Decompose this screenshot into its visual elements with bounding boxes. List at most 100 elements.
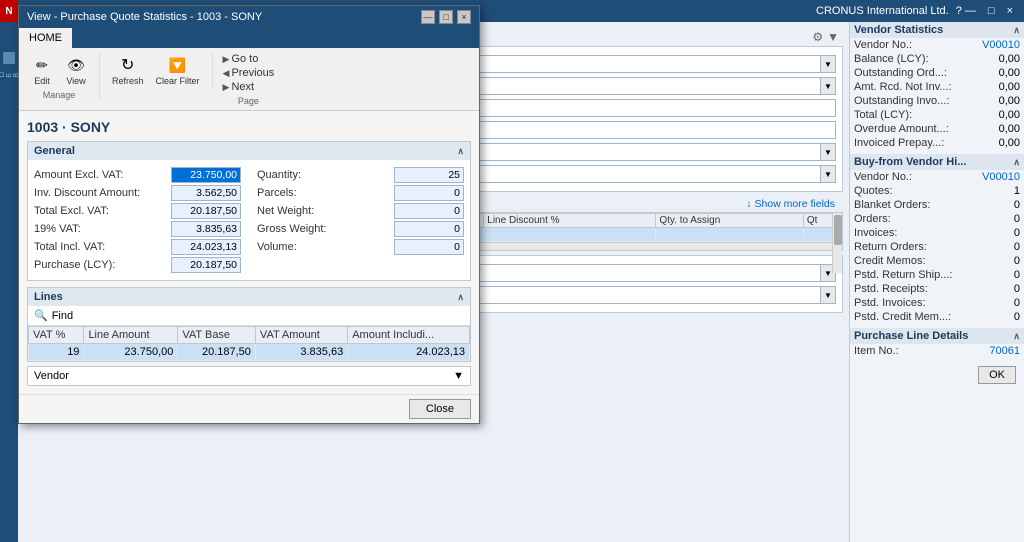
vat-19-label: 19% VAT: — [34, 223, 81, 235]
next-label: Next — [231, 81, 254, 93]
quantity-label: Quantity: — [257, 169, 301, 181]
view-icon: 👁 — [65, 54, 87, 76]
ribbon-action-btns: ↻ Refresh 🔽 Clear Filter — [108, 52, 204, 88]
dialog-titlebar: View - Purchase Quote Statistics - 1003 … — [19, 6, 479, 28]
close-button[interactable]: Close — [409, 399, 471, 419]
ribbon-content: ✏ Edit 👁 View Manage ↻ — [19, 48, 479, 110]
find-label: Find — [52, 310, 73, 322]
clear-filter-icon: 🔽 — [167, 54, 189, 76]
ribbon-page-label: Page — [238, 96, 259, 106]
vendor-dropdown-label: Vendor — [34, 370, 69, 382]
goto-arrow: ▶ — [223, 54, 230, 65]
vendor-dropdown[interactable]: Vendor ▼ — [27, 366, 471, 386]
vat-19-row: 19% VAT: 3.835,63 — [34, 220, 241, 238]
ribbon-nav: ▶ Go to ◀ Previous ▶ Next — [221, 52, 277, 94]
total-excl-vat-row: Total Excl. VAT: 20.187,50 — [34, 202, 241, 220]
general-right-fields: Quantity: 25 Parcels: 0 Net Weight: 0 — [257, 166, 464, 274]
ribbon-manage-label: Manage — [43, 90, 76, 100]
goto-button[interactable]: ▶ Go to — [221, 52, 277, 66]
inv-discount-row: Inv. Discount Amount: 3.562,50 — [34, 184, 241, 202]
total-excl-vat-value: 20.187,50 — [171, 203, 241, 219]
clear-filter-button[interactable]: 🔽 Clear Filter — [152, 52, 204, 88]
col-vat-base: VAT Base — [178, 327, 256, 344]
gross-weight-label: Gross Weight: — [257, 223, 327, 235]
dialog-restore-btn[interactable]: □ — [439, 10, 453, 24]
gross-weight-value: 0 — [394, 221, 464, 237]
goto-label: Go to — [231, 53, 258, 65]
refresh-button[interactable]: ↻ Refresh — [108, 52, 148, 88]
previous-arrow: ◀ — [223, 68, 230, 79]
previous-label: Previous — [231, 67, 274, 79]
total-incl-vat-row: Total Incl. VAT: 24.023,13 — [34, 238, 241, 256]
edit-label: Edit — [34, 76, 50, 86]
refresh-icon: ↻ — [117, 54, 139, 76]
cell-vat-amount: 3.835,63 — [255, 344, 347, 361]
volume-row: Volume: 0 — [257, 238, 464, 256]
quantity-row: Quantity: 25 — [257, 166, 464, 184]
general-section-header[interactable]: General ∧ — [28, 142, 470, 160]
refresh-label: Refresh — [112, 76, 144, 86]
general-section: General ∧ Amount Excl. VAT: 23.750,00 In… — [27, 141, 471, 281]
cell-vat-base: 20.187,50 — [178, 344, 256, 361]
dialog-footer: Close — [19, 394, 479, 423]
edit-icon: ✏ — [31, 54, 53, 76]
volume-label: Volume: — [257, 241, 297, 253]
table-row[interactable]: 19 23.750,00 20.187,50 3.835,63 24.023,1… — [29, 344, 470, 361]
doc-title: 1003 · SONY — [27, 119, 471, 135]
col-vat-amount: VAT Amount — [255, 327, 347, 344]
general-fields-grid: Amount Excl. VAT: 23.750,00 Inv. Discoun… — [34, 166, 464, 274]
lines-table-container: VAT % Line Amount VAT Base VAT Amount Am… — [28, 326, 470, 361]
clear-filter-label: Clear Filter — [156, 76, 200, 86]
amount-excl-vat-row: Amount Excl. VAT: 23.750,00 — [34, 166, 241, 184]
total-incl-vat-label: Total Incl. VAT: — [34, 241, 105, 253]
general-section-body: Amount Excl. VAT: 23.750,00 Inv. Discoun… — [28, 160, 470, 280]
vendor-dropdown-arrow: ▼ — [453, 370, 464, 382]
general-collapse-btn[interactable]: ∧ — [457, 146, 464, 157]
total-incl-vat-value: 24.023,13 — [171, 239, 241, 255]
view-button[interactable]: 👁 View — [61, 52, 91, 88]
modal-overlay: View - Purchase Quote Statistics - 1003 … — [0, 0, 1024, 542]
parcels-label: Parcels: — [257, 187, 297, 199]
purchase-lcy-row: Purchase (LCY): 20.187,50 — [34, 256, 241, 274]
net-weight-row: Net Weight: 0 — [257, 202, 464, 220]
lines-table-header: VAT % Line Amount VAT Base VAT Amount Am… — [29, 327, 470, 344]
lines-label: Lines — [34, 291, 63, 303]
purchase-lcy-value: 20.187,50 — [171, 257, 241, 273]
col-vat-pct: VAT % — [29, 327, 84, 344]
gross-weight-row: Gross Weight: 0 — [257, 220, 464, 238]
dialog-title: View - Purchase Quote Statistics - 1003 … — [27, 11, 421, 23]
dialog-close-btn[interactable]: × — [457, 10, 471, 24]
previous-button[interactable]: ◀ Previous — [221, 66, 277, 80]
amount-excl-vat-value: 23.750,00 — [171, 167, 241, 183]
edit-button[interactable]: ✏ Edit — [27, 52, 57, 88]
dialog-window-controls: — □ × — [421, 10, 471, 24]
cell-line-amount: 23.750,00 — [84, 344, 178, 361]
net-weight-label: Net Weight: — [257, 205, 314, 217]
lines-section-header[interactable]: Lines ∧ — [28, 288, 470, 306]
purchase-lcy-label: Purchase (LCY): — [34, 259, 115, 271]
ribbon-group-actions: ↻ Refresh 🔽 Clear Filter — [108, 52, 213, 88]
ribbon-tabs: HOME — [19, 28, 479, 48]
lines-collapse-btn[interactable]: ∧ — [457, 292, 464, 303]
general-left-fields: Amount Excl. VAT: 23.750,00 Inv. Discoun… — [34, 166, 241, 274]
cell-amount-incl: 24.023,13 — [348, 344, 470, 361]
view-label: View — [66, 76, 85, 86]
col-line-amount: Line Amount — [84, 327, 178, 344]
lines-table: VAT % Line Amount VAT Base VAT Amount Am… — [28, 326, 470, 361]
lines-section: Lines ∧ 🔍 Find VAT % Line Amount VAT Bas… — [27, 287, 471, 362]
net-weight-value: 0 — [394, 203, 464, 219]
inv-discount-value: 3.562,50 — [171, 185, 241, 201]
dialog-minimize-btn[interactable]: — — [421, 10, 435, 24]
col-amount-incl: Amount Includi... — [348, 327, 470, 344]
ribbon-group-manage: ✏ Edit 👁 View Manage — [27, 52, 100, 100]
amount-excl-vat-label: Amount Excl. VAT: — [34, 169, 123, 181]
tab-home[interactable]: HOME — [19, 28, 72, 48]
ribbon-manage-btns: ✏ Edit 👁 View — [27, 52, 91, 88]
dialog-body: 1003 · SONY General ∧ Amount Excl. VAT: … — [19, 111, 479, 394]
find-bar: 🔍 Find — [28, 306, 470, 326]
general-label: General — [34, 145, 75, 157]
dialog: View - Purchase Quote Statistics - 1003 … — [18, 5, 480, 424]
next-button[interactable]: ▶ Next — [221, 80, 277, 94]
cell-vat: 19 — [29, 344, 84, 361]
ribbon: HOME ✏ Edit 👁 View Manage — [19, 28, 479, 111]
